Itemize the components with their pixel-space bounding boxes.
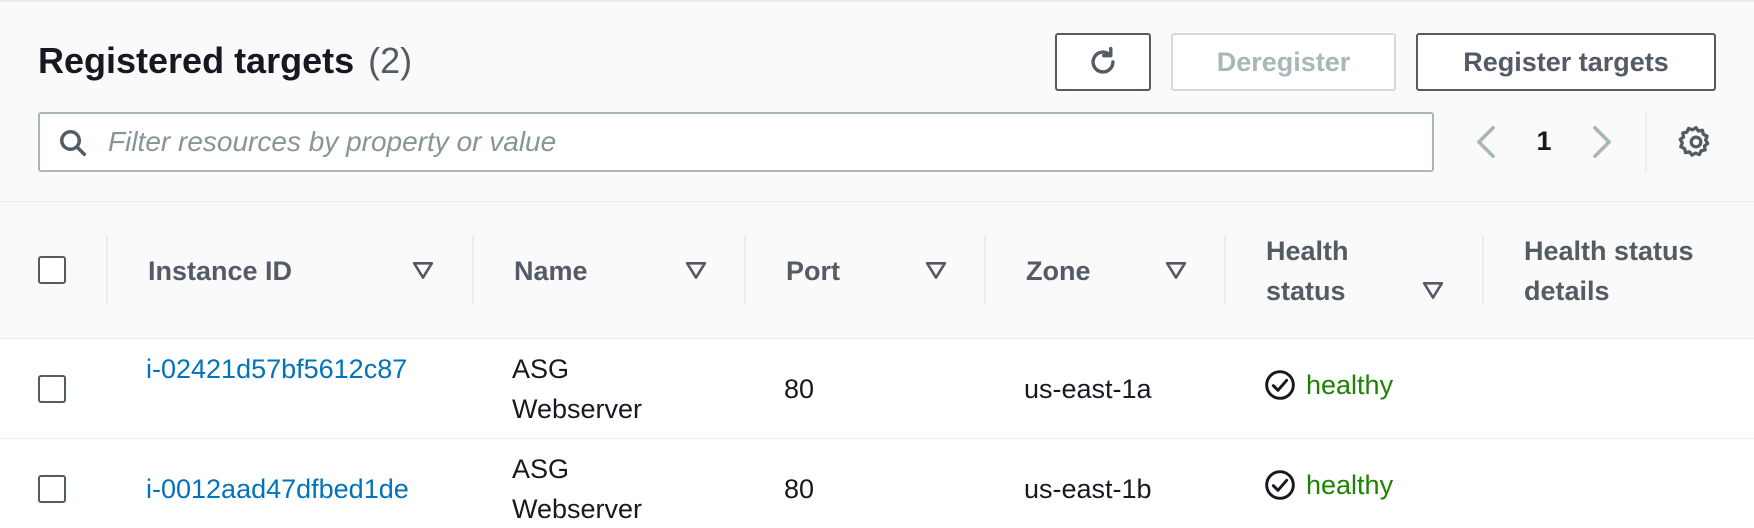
target-zone: us-east-1b [1024, 474, 1152, 504]
row-checkbox[interactable] [38, 475, 66, 503]
page-title: Registered targets (2) [38, 40, 412, 82]
column-label: Health status [1266, 235, 1349, 306]
select-all-checkbox[interactable] [38, 256, 66, 284]
column-label: Port [786, 255, 840, 286]
filter-input[interactable] [108, 120, 1408, 164]
gear-icon [1678, 126, 1710, 157]
health-status-text: healthy [1306, 469, 1394, 500]
sort-icon [1422, 281, 1444, 299]
sort-icon [685, 261, 707, 279]
target-name: ASG Webserver [512, 354, 643, 424]
column-label: Zone [1026, 255, 1091, 286]
target-port: 80 [784, 474, 815, 504]
table-row[interactable]: i-02421d57bf5612c87 ASG Webserver 80 us-… [0, 339, 1754, 439]
column-header-port[interactable]: Port [744, 202, 984, 339]
filter-field[interactable] [38, 112, 1434, 172]
column-separator [744, 236, 746, 304]
column-separator [472, 236, 474, 304]
column-separator [984, 236, 986, 304]
column-label: Instance ID [148, 255, 293, 286]
health-status-text: healthy [1306, 369, 1394, 400]
status-check-icon [1265, 470, 1295, 500]
next-page-button[interactable] [1584, 122, 1620, 162]
health-status: healthy [1264, 469, 1393, 501]
instance-id-link[interactable]: i-0012aad47dfbed1de [146, 469, 409, 509]
column-label: Name [514, 255, 588, 286]
health-status: healthy [1264, 369, 1393, 401]
target-port: 80 [784, 374, 815, 404]
column-header-instance-id[interactable]: Instance ID [106, 202, 474, 339]
target-zone: us-east-1a [1024, 374, 1152, 404]
instance-id-link[interactable]: i-02421d57bf5612c87 [146, 349, 436, 389]
table-row[interactable]: i-0012aad47dfbed1de ASG Webserver 80 us-… [0, 439, 1754, 528]
pagination-divider [1645, 112, 1647, 172]
search-icon [60, 130, 86, 156]
column-separator [106, 236, 108, 304]
refresh-icon [1091, 46, 1115, 74]
row-checkbox[interactable] [38, 375, 66, 403]
column-separator [1224, 236, 1226, 304]
column-header-name[interactable]: Name [472, 202, 744, 339]
column-label: Health status details [1524, 235, 1694, 306]
sort-icon [925, 261, 947, 279]
table-header-panel: Registered targets (2) Deregister Regist… [0, 0, 1754, 202]
column-header-health-status[interactable]: Health status [1224, 202, 1482, 339]
settings-button[interactable] [1676, 122, 1716, 162]
target-name: ASG Webserver [512, 454, 643, 524]
table-column-headers: Instance ID Name Port Zone Health status… [0, 202, 1754, 339]
column-separator [1482, 236, 1484, 304]
column-header-health-status-details[interactable]: Health status details [1482, 202, 1754, 339]
title-text: Registered targets [38, 40, 355, 81]
target-count: (2) [368, 40, 413, 81]
register-targets-button[interactable]: Register targets [1416, 33, 1716, 91]
deregister-button[interactable]: Deregister [1171, 33, 1396, 91]
sort-icon [412, 261, 434, 279]
sort-icon [1165, 261, 1187, 279]
chevron-left-icon [1477, 125, 1495, 159]
current-page-number[interactable]: 1 [1530, 126, 1558, 157]
refresh-button[interactable] [1055, 33, 1151, 91]
column-header-zone[interactable]: Zone [984, 202, 1224, 339]
previous-page-button[interactable] [1468, 122, 1504, 162]
chevron-right-icon [1593, 125, 1611, 159]
status-check-icon [1265, 370, 1295, 400]
